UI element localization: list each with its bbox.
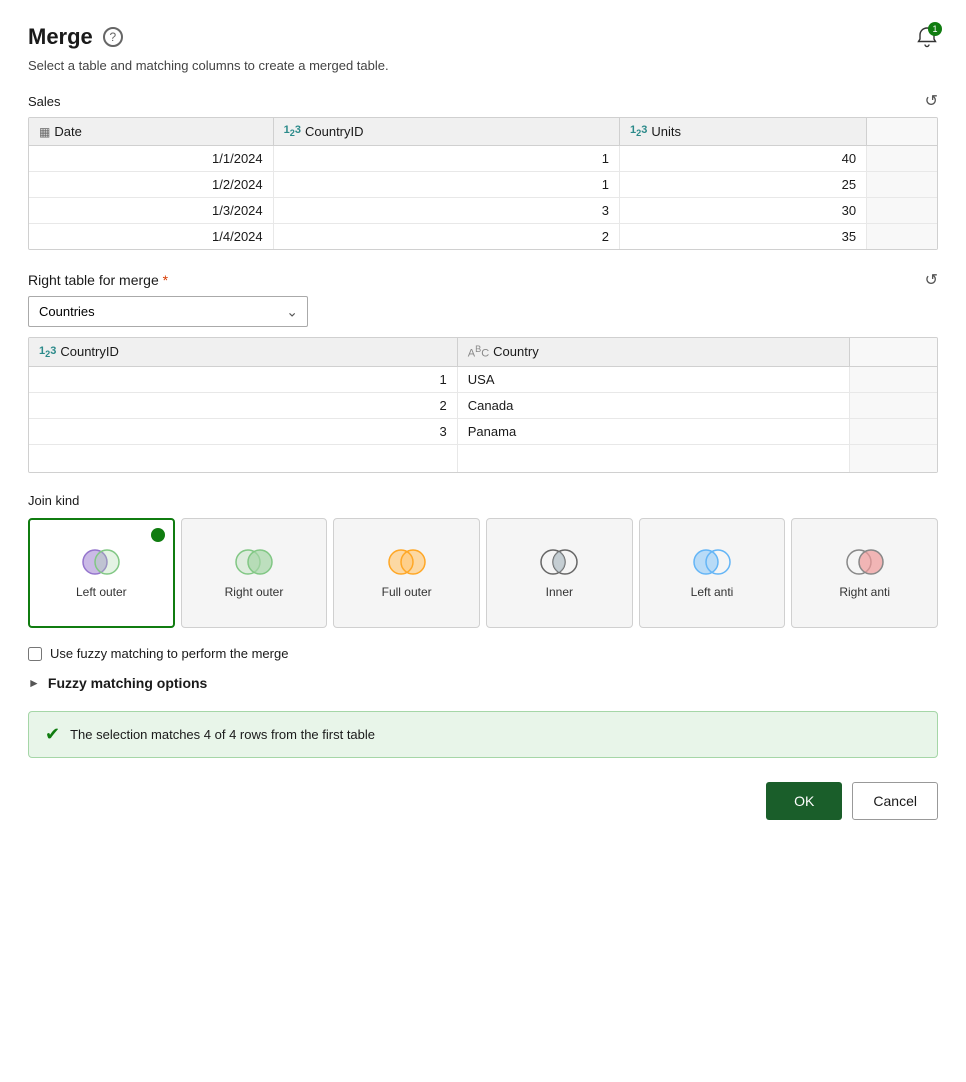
sales-date-2: 1/2/2024 — [29, 172, 273, 198]
sales-col-extra — [867, 118, 937, 146]
help-icon[interactable]: ? — [103, 27, 123, 47]
join-kind-label: Join kind — [28, 493, 938, 508]
venn-left-anti — [690, 547, 734, 577]
ok-button[interactable]: OK — [766, 782, 842, 820]
table-row: 1/3/2024 3 30 — [29, 198, 937, 224]
sales-units-4: 35 — [619, 224, 866, 250]
sales-countryid-4: 2 — [273, 224, 619, 250]
countries-table: 123 CountryID ABC Country 1 USA — [29, 338, 937, 472]
status-message: The selection matches 4 of 4 rows from t… — [70, 727, 375, 742]
join-option-label: Full outer — [382, 585, 432, 601]
countries-id-3: 3 — [29, 418, 457, 444]
venn-right-anti — [843, 547, 887, 577]
join-option-full-outer[interactable]: Full outer — [333, 518, 480, 628]
fuzzy-checkbox-label[interactable]: Use fuzzy matching to perform the merge — [50, 646, 288, 661]
fuzzy-options-toggle[interactable]: ► Fuzzy matching options — [28, 675, 938, 691]
sales-table-wrapper: ▦ Date 123 CountryID 123 Units — [28, 117, 938, 250]
countries-table-wrapper: 123 CountryID ABC Country 1 USA — [28, 337, 938, 473]
sales-table: ▦ Date 123 CountryID 123 Units — [29, 118, 937, 249]
chevron-right-icon: ► — [28, 676, 40, 690]
table-row: 1/2/2024 1 25 — [29, 172, 937, 198]
right-table-dropdown-wrapper: Countries ⌄ — [28, 296, 308, 327]
fuzzy-checkbox[interactable] — [28, 647, 42, 661]
countries-col-extra — [850, 338, 937, 366]
sales-date-1: 1/1/2024 — [29, 146, 273, 172]
join-option-label: Left anti — [691, 585, 734, 601]
subtitle: Select a table and matching columns to c… — [28, 58, 938, 73]
sales-units-2: 25 — [619, 172, 866, 198]
venn-right-outer — [232, 547, 276, 577]
fuzzy-checkbox-row: Use fuzzy matching to perform the merge — [28, 646, 938, 661]
venn-inner — [537, 547, 581, 577]
page-title: Merge — [28, 24, 93, 50]
check-circle-icon: ✔ — [45, 724, 60, 745]
table-row: 1/1/2024 1 40 — [29, 146, 937, 172]
notification-icon[interactable]: 1 — [916, 26, 938, 48]
join-option-label: Right outer — [225, 585, 284, 601]
countries-col-countryid[interactable]: 123 CountryID — [29, 338, 457, 366]
join-option-label: Inner — [546, 585, 573, 601]
sales-countryid-1: 1 — [273, 146, 619, 172]
join-option-right-anti[interactable]: Right anti — [791, 518, 938, 628]
table-row: 1/4/2024 2 35 — [29, 224, 937, 250]
table-row: 2 Canada — [29, 392, 937, 418]
countries-id-1: 1 — [29, 366, 457, 392]
fuzzy-options-label: Fuzzy matching options — [48, 675, 207, 691]
sales-col-units[interactable]: 123 Units — [619, 118, 866, 146]
right-table-section-header: Right table for merge * ↺ — [28, 270, 938, 290]
join-option-inner[interactable]: Inner — [486, 518, 633, 628]
countries-name-3: Panama — [457, 418, 849, 444]
join-option-left-outer[interactable]: Left outer — [28, 518, 175, 628]
countries-id-2: 2 — [29, 392, 457, 418]
sales-date-3: 1/3/2024 — [29, 198, 273, 224]
table-row: 1 USA — [29, 366, 937, 392]
table-row: 3 Panama — [29, 418, 937, 444]
sales-col-countryid[interactable]: 123 CountryID — [273, 118, 619, 146]
notification-badge: 1 — [928, 22, 942, 36]
countries-col-country[interactable]: ABC Country — [457, 338, 849, 366]
join-option-left-anti[interactable]: Left anti — [639, 518, 786, 628]
sales-refresh-button[interactable]: ↺ — [925, 91, 938, 111]
sales-col-date[interactable]: ▦ Date — [29, 118, 273, 146]
join-option-label: Left outer — [76, 585, 127, 601]
sales-units-1: 40 — [619, 146, 866, 172]
sales-date-4: 1/4/2024 — [29, 224, 273, 250]
page-header: Merge ? 1 — [28, 24, 938, 50]
right-table-dropdown[interactable]: Countries — [28, 296, 308, 327]
selected-indicator — [151, 528, 165, 542]
required-star: * — [163, 272, 168, 288]
venn-full-outer — [385, 547, 429, 577]
sales-units-3: 30 — [619, 198, 866, 224]
calendar-icon: ▦ — [39, 125, 50, 139]
countries-name-2: Canada — [457, 392, 849, 418]
right-table-refresh-button[interactable]: ↺ — [925, 270, 938, 290]
venn-left-outer — [79, 547, 123, 577]
countries-name-1: USA — [457, 366, 849, 392]
sales-countryid-2: 1 — [273, 172, 619, 198]
join-option-label: Right anti — [839, 585, 890, 601]
table-row-empty — [29, 444, 937, 472]
sales-section-label: Sales ↺ — [28, 91, 938, 111]
join-option-right-outer[interactable]: Right outer — [181, 518, 328, 628]
sales-countryid-3: 3 — [273, 198, 619, 224]
status-bar: ✔ The selection matches 4 of 4 rows from… — [28, 711, 938, 758]
cancel-button[interactable]: Cancel — [852, 782, 938, 820]
button-row: OK Cancel — [28, 782, 938, 820]
right-table-label: Right table for merge — [28, 272, 159, 288]
join-kind-grid: Left outer Right outer Full outer — [28, 518, 938, 628]
